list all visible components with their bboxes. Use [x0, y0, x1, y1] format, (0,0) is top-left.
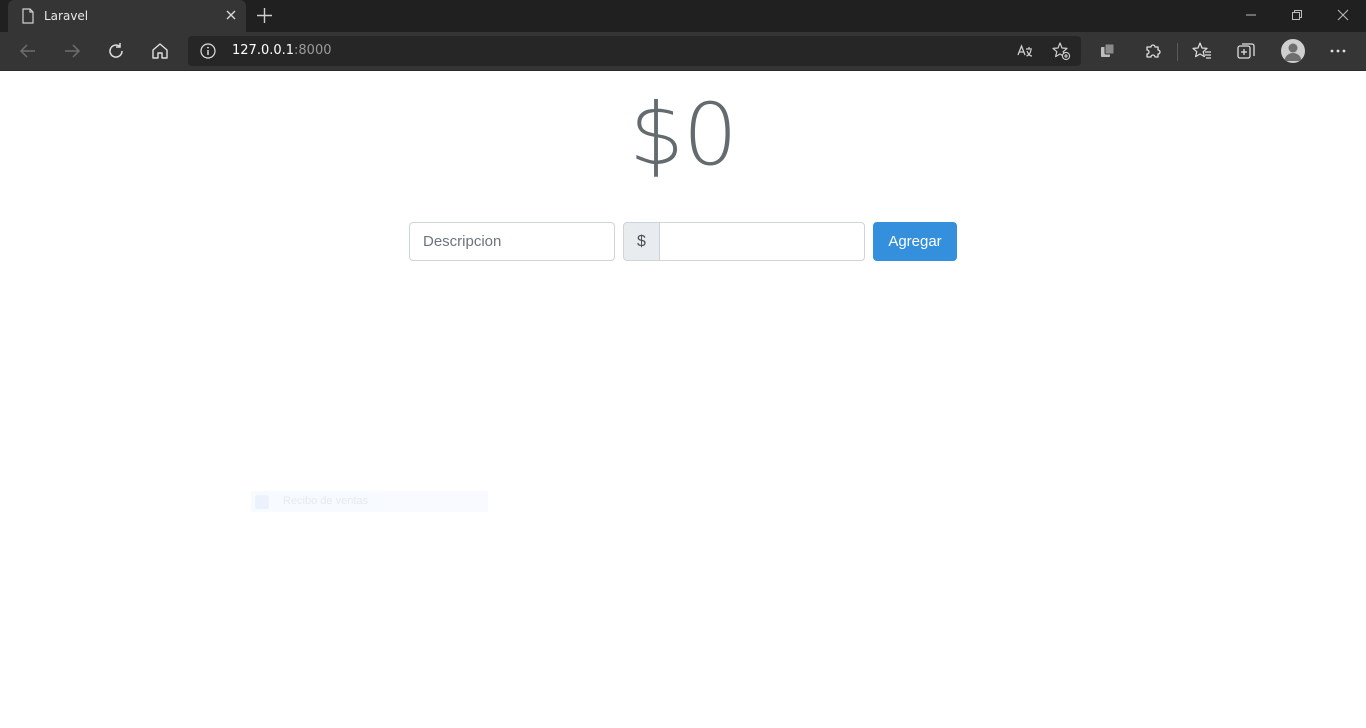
profile-avatar[interactable] [1281, 39, 1305, 63]
settings-menu-button[interactable] [1327, 40, 1349, 62]
close-icon [1337, 9, 1349, 21]
window-close-button[interactable] [1320, 0, 1366, 30]
address-port: :8000 [294, 43, 332, 58]
puzzle-icon [1146, 44, 1161, 58]
back-button[interactable] [17, 40, 39, 62]
forward-button[interactable] [61, 40, 83, 62]
browser-titlebar: Laravel [0, 0, 1366, 32]
collections-button[interactable] [1097, 40, 1119, 62]
minimize-button[interactable] [1228, 0, 1274, 30]
read-aloud-button[interactable] [1014, 40, 1036, 62]
restore-button[interactable] [1274, 0, 1320, 30]
page-icon [22, 8, 34, 24]
favorites-button[interactable] [1191, 40, 1213, 62]
info-icon[interactable] [200, 43, 216, 59]
tab-title: Laravel [44, 9, 89, 23]
tab-actions-icon [1237, 43, 1255, 59]
browser-toolbar: 127.0.0.1:8000 [0, 32, 1366, 71]
favorites-icon [1192, 42, 1211, 59]
translate-icon [1017, 44, 1033, 57]
ghost-text: Recibo de ventas [283, 495, 368, 507]
page-content: $0 $ Agregar Recibo de ventas [0, 71, 1366, 728]
address-bar[interactable]: 127.0.0.1:8000 [188, 36, 1081, 66]
profile-icon [1284, 43, 1302, 61]
total-amount: $0 [629, 85, 737, 185]
refresh-icon [109, 43, 123, 58]
home-button[interactable] [149, 40, 171, 62]
collections-icon [1101, 43, 1115, 57]
add-favorite-button[interactable] [1050, 40, 1072, 62]
minimize-icon [1246, 14, 1256, 16]
restore-icon [1292, 10, 1302, 20]
extensions-button[interactable] [1142, 40, 1164, 62]
tab-actions-button[interactable] [1235, 40, 1257, 62]
ghost-overlay: Recibo de ventas [251, 491, 488, 512]
toolbar-separator [1177, 43, 1178, 61]
star-plus-icon [1052, 42, 1071, 61]
address-host: 127.0.0.1 [232, 43, 295, 58]
currency-prefix: $ [623, 222, 660, 261]
address-url[interactable]: 127.0.0.1:8000 [232, 43, 332, 58]
new-tab-icon[interactable] [256, 7, 273, 24]
ghost-icon [255, 495, 269, 509]
refresh-button[interactable] [105, 40, 127, 62]
arrow-right-icon [65, 44, 81, 58]
close-icon[interactable] [224, 8, 238, 22]
amount-input[interactable] [659, 222, 865, 261]
home-icon [152, 43, 168, 59]
add-button[interactable]: Agregar [873, 222, 957, 261]
more-icon [1330, 49, 1346, 53]
arrow-left-icon [19, 44, 35, 58]
browser-tab[interactable]: Laravel [8, 0, 246, 32]
description-input[interactable] [409, 222, 615, 261]
